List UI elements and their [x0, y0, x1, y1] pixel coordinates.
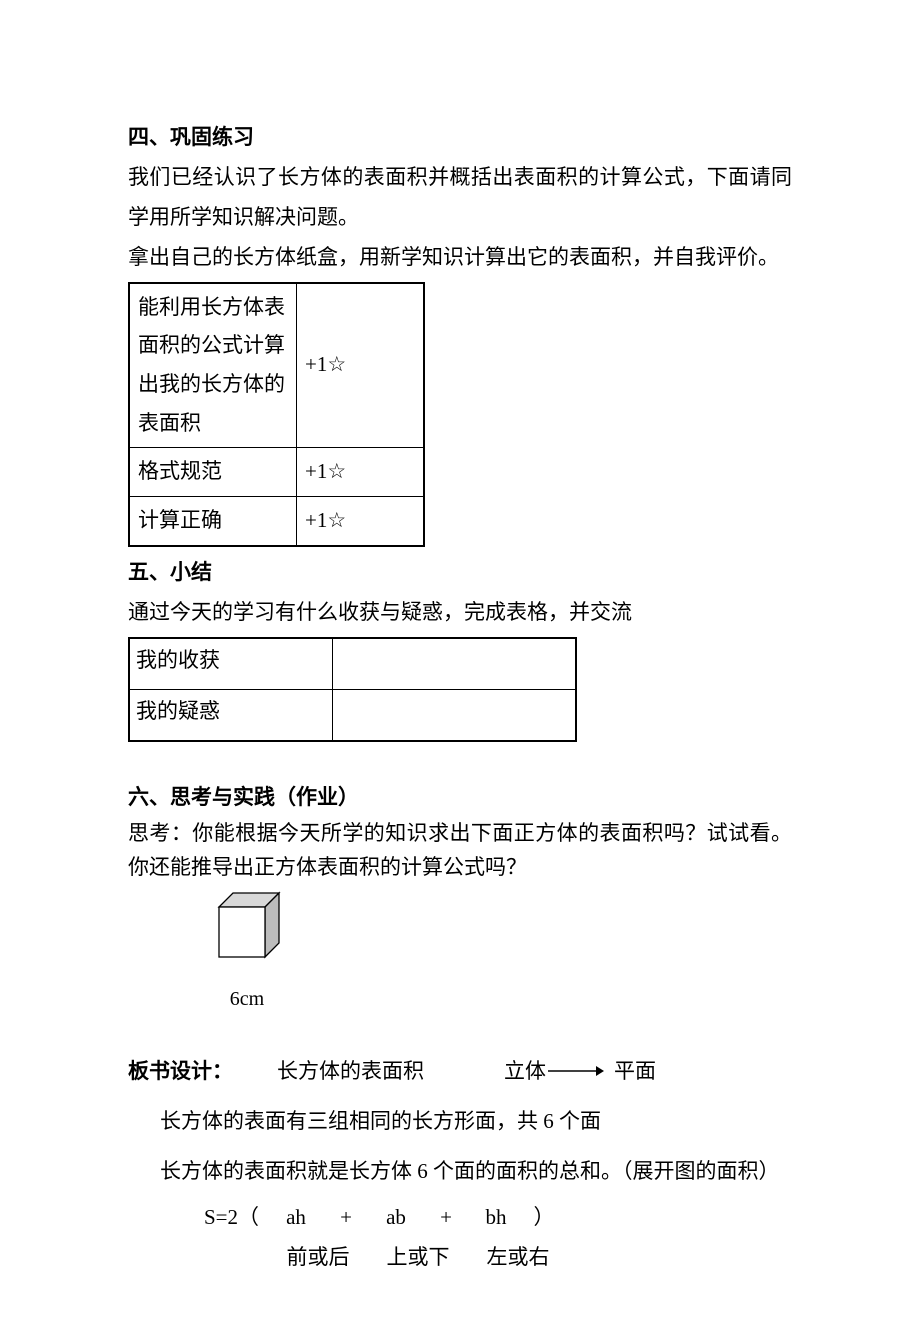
- board-design-header: 板书设计： 长方体的表面积 立体 平面: [128, 1052, 792, 1092]
- formula-label-front-back: 前或后: [268, 1238, 368, 1278]
- formula-term-ah: ah: [268, 1198, 324, 1238]
- reflection-label-cell: 我的收获: [129, 638, 333, 690]
- reflection-label-cell: 我的疑惑: [129, 689, 333, 741]
- reflection-value-cell[interactable]: [333, 689, 577, 741]
- section4-paragraph-1: 我们已经认识了长方体的表面积并概括出表面积的计算公式，下面请同学用所学知识解决问…: [128, 158, 792, 238]
- section4-heading: 四、巩固练习: [128, 118, 792, 158]
- section5-heading: 五、小结: [128, 553, 792, 593]
- table-row: 计算正确 +1☆: [129, 496, 424, 545]
- section6-paragraph-1: 思考：你能根据今天所学的知识求出下面正方体的表面积吗？试试看。你还能推导出正方体…: [128, 817, 792, 884]
- plus-icon: +: [324, 1198, 368, 1238]
- board-design-label: 板书设计：: [128, 1052, 233, 1092]
- board-line-2: 长方体的表面积就是长方体 6 个面的面积的总和。（展开图的面积）: [160, 1152, 792, 1192]
- eval-criteria-cell: 能利用长方体表面积的公式计算出我的长方体的表面积: [129, 283, 297, 448]
- document-page: 四、巩固练习 我们已经认识了长方体的表面积并概括出表面积的计算公式，下面请同学用…: [0, 0, 920, 1338]
- formula-lead: S=2（: [204, 1198, 268, 1238]
- arrow-icon: [548, 1064, 604, 1078]
- section4-paragraph-2: 拿出自己的长方体纸盒，用新学知识计算出它的表面积，并自我评价。: [128, 238, 792, 278]
- formula-label-top-bottom: 上或下: [368, 1238, 468, 1278]
- reflection-value-cell[interactable]: [333, 638, 577, 690]
- table-row: 能利用长方体表面积的公式计算出我的长方体的表面积 +1☆: [129, 283, 424, 448]
- cube-figure: 6cm: [202, 891, 292, 1019]
- eval-score-cell: +1☆: [297, 447, 425, 496]
- formula-label-left-right: 左或右: [468, 1238, 568, 1278]
- plus-icon: +: [424, 1198, 468, 1238]
- reflection-table: 我的收获 我的疑惑: [128, 637, 577, 742]
- section6-heading: 六、思考与实践（作业）: [128, 778, 792, 818]
- eval-criteria-cell: 格式规范: [129, 447, 297, 496]
- formula-close: ）: [524, 1198, 564, 1238]
- table-row: 格式规范 +1☆: [129, 447, 424, 496]
- board-plane-text: 平面: [614, 1052, 656, 1092]
- board-solid-text: 立体: [504, 1052, 546, 1092]
- self-evaluation-table: 能利用长方体表面积的公式计算出我的长方体的表面积 +1☆ 格式规范 +1☆ 计算…: [128, 282, 425, 547]
- formula-labels-row: 前或后 上或下 左或右: [204, 1238, 792, 1278]
- table-row: 我的收获: [129, 638, 576, 690]
- eval-criteria-cell: 计算正确: [129, 496, 297, 545]
- board-line-1: 长方体的表面有三组相同的长方形面，共 6 个面: [160, 1102, 792, 1142]
- surface-area-formula: S=2（ ah + ab + bh ）: [204, 1198, 792, 1238]
- formula-term-bh: bh: [468, 1198, 524, 1238]
- cube-icon: [205, 891, 289, 965]
- cube-dimension-label: 6cm: [202, 980, 292, 1018]
- board-design-title: 长方体的表面积: [277, 1052, 424, 1092]
- eval-score-cell: +1☆: [297, 496, 425, 545]
- section5-paragraph-1: 通过今天的学习有什么收获与疑惑，完成表格，并交流: [128, 593, 792, 633]
- eval-score-cell: +1☆: [297, 283, 425, 448]
- formula-term-ab: ab: [368, 1198, 424, 1238]
- table-row: 我的疑惑: [129, 689, 576, 741]
